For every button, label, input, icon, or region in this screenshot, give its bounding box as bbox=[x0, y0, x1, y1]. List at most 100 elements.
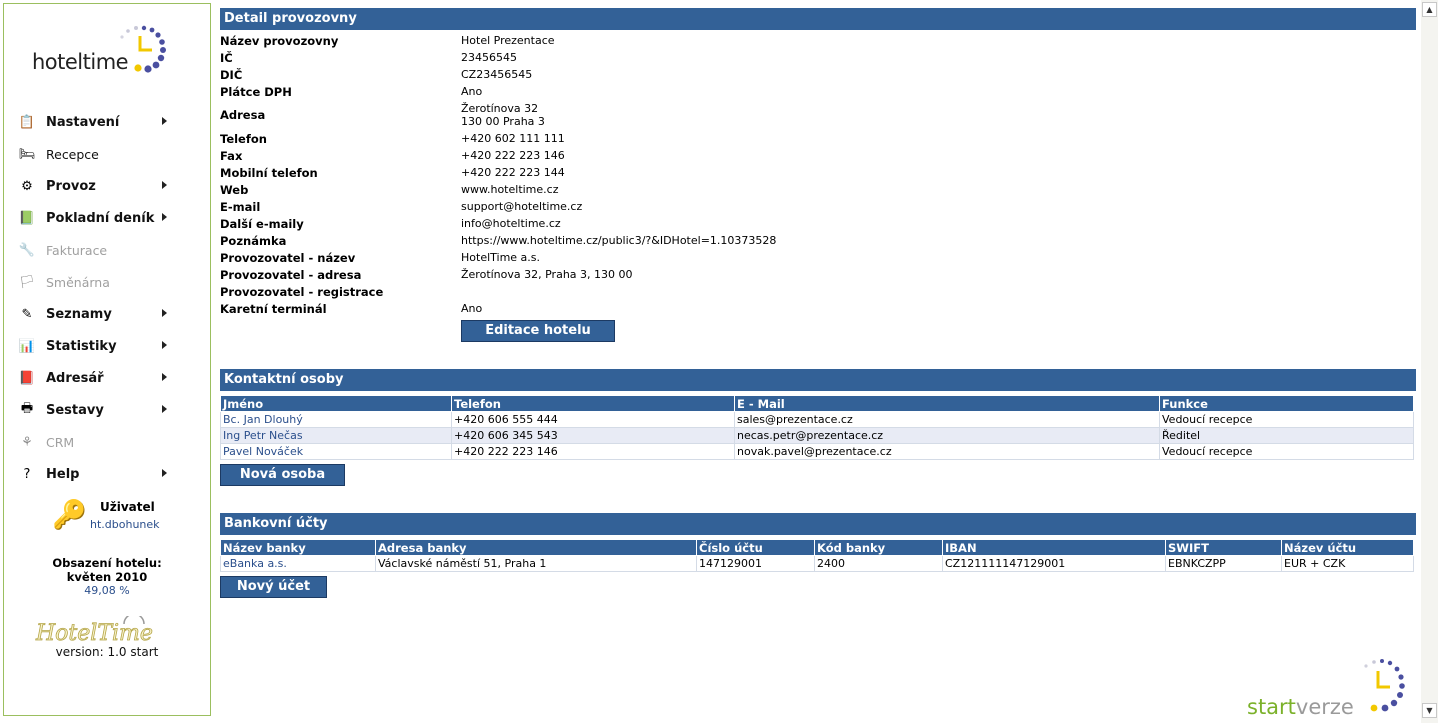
detail-row: Název provozovny Hotel Prezentace bbox=[220, 32, 776, 49]
menu-item-label: Směnárna bbox=[46, 274, 110, 290]
column-header[interactable]: E - Mail bbox=[734, 395, 1160, 412]
hoteltime-logo[interactable]: hoteltime bbox=[30, 22, 190, 82]
address-book-icon: 📕 bbox=[18, 370, 36, 386]
column-header[interactable]: Číslo účtu bbox=[696, 539, 815, 556]
detail-row: Karetní terminál Ano bbox=[220, 300, 776, 317]
detail-label: Provozovatel - název bbox=[220, 250, 356, 265]
table-cell: Vedoucí recepce bbox=[1159, 411, 1414, 428]
detail-value-line: +420 222 223 146 bbox=[461, 149, 565, 162]
detail-label: Adresa bbox=[220, 108, 266, 122]
row-link[interactable]: Ing Petr Nečas bbox=[220, 427, 452, 444]
menu-item-operations[interactable]: ⚙ Provoz bbox=[4, 170, 210, 202]
column-header[interactable]: Název účtu bbox=[1281, 539, 1414, 556]
menu-item-statistics[interactable]: 📊 Statistiky bbox=[4, 330, 210, 362]
column-header[interactable]: Název banky bbox=[220, 539, 376, 556]
detail-row: Provozovatel - název HotelTime a.s. bbox=[220, 249, 776, 266]
statistics-icon: 📊 bbox=[18, 338, 36, 354]
detail-label: Provozovatel - registrace bbox=[220, 284, 384, 299]
column-header[interactable]: SWIFT bbox=[1165, 539, 1282, 556]
menu-item-reports[interactable]: 🖶 Sestavy bbox=[4, 394, 210, 426]
detail-value: HotelTime a.s. bbox=[461, 249, 776, 266]
column-header[interactable]: Kód banky bbox=[814, 539, 943, 556]
detail-label: Název provozovny bbox=[220, 33, 339, 48]
menu-item-crm[interactable]: ⚘ CRM bbox=[4, 426, 210, 458]
submenu-arrow-icon bbox=[162, 469, 167, 477]
banks-table: Název banky Adresa banky Číslo účtu Kód ban… bbox=[220, 539, 1414, 572]
detail-value: info@hoteltime.cz bbox=[461, 215, 776, 232]
menu-item-label: Sestavy bbox=[46, 402, 104, 418]
menu-item-lists[interactable]: ✎ Seznamy bbox=[4, 298, 210, 330]
table-row[interactable]: Pavel Nováček +420 222 223 146 novak.pavel… bbox=[220, 443, 1414, 460]
detail-value-line: +420 602 111 111 bbox=[461, 132, 565, 145]
scroll-down-icon[interactable]: ▼ bbox=[1422, 703, 1437, 718]
version-label: version: 1.0 start bbox=[55, 645, 159, 659]
main-menu: 📋 Nastavení 🛏 Recepce ⚙ Provoz 📗 Pokladní deník… bbox=[4, 106, 210, 490]
detail-value-line: Žerotínova 32 bbox=[461, 102, 539, 115]
cash-book-icon: 📗 bbox=[18, 210, 36, 226]
invoicing-icon: 🔧 bbox=[18, 242, 36, 258]
detail-value-line: www.hoteltime.cz bbox=[461, 183, 559, 196]
table-cell: +420 222 223 146 bbox=[451, 443, 735, 460]
column-header[interactable]: Adresa banky bbox=[375, 539, 697, 556]
menu-item-invoicing[interactable]: 🔧 Fakturace bbox=[4, 234, 210, 266]
table-cell: Vedoucí recepce bbox=[1159, 443, 1414, 460]
table-cell: sales@prezentace.cz bbox=[734, 411, 1160, 428]
detail-row: Web www.hoteltime.cz bbox=[220, 181, 776, 198]
table-row[interactable]: eBanka a.s. Václavské náměstí 51, Praha 1… bbox=[220, 555, 1414, 572]
detail-label: Další e-maily bbox=[220, 216, 304, 231]
detail-label: Plátce DPH bbox=[220, 84, 292, 99]
column-header[interactable]: IBAN bbox=[942, 539, 1166, 556]
edit-hotel-button[interactable]: Editace hotelu bbox=[461, 320, 615, 342]
table-cell: Václavské náměstí 51, Praha 1 bbox=[375, 555, 697, 572]
row-link[interactable]: Pavel Nováček bbox=[220, 443, 452, 460]
table-cell: 2400 bbox=[814, 555, 943, 572]
detail-label: IČ bbox=[220, 50, 233, 65]
detail-value: https://www.hoteltime.cz/public3/?&IDHot… bbox=[461, 232, 776, 249]
submenu-arrow-icon bbox=[162, 309, 167, 317]
column-header[interactable]: Telefon bbox=[451, 395, 735, 412]
new-account-button[interactable]: Nový účet bbox=[220, 576, 327, 598]
verze-text: verze bbox=[1295, 695, 1354, 719]
menu-item-settings[interactable]: 📋 Nastavení bbox=[4, 106, 210, 138]
user-name-link[interactable]: ht.dbohunek bbox=[90, 518, 160, 531]
hotel-occupancy: Obsazení hotelu: květen 2010 49,08 % bbox=[4, 556, 210, 597]
brand2-text: HotelTime bbox=[35, 621, 153, 646]
menu-item-label: Nastavení bbox=[46, 114, 120, 130]
menu-item-address-book[interactable]: 📕 Adresář bbox=[4, 362, 210, 394]
new-person-button[interactable]: Nová osoba bbox=[220, 464, 345, 486]
scroll-up-icon[interactable]: ▲ bbox=[1422, 2, 1437, 17]
vertical-scrollbar[interactable]: ▲ ▼ bbox=[1421, 0, 1438, 723]
table-cell: 147129001 bbox=[696, 555, 815, 572]
table-row[interactable]: Bc. Jan Dlouhý +420 606 555 444 sales@prez… bbox=[220, 411, 1414, 428]
detail-label: Telefon bbox=[220, 131, 267, 146]
detail-label: Fax bbox=[220, 148, 243, 163]
detail-value: +420 222 223 144 bbox=[461, 164, 776, 181]
row-link[interactable]: eBanka a.s. bbox=[220, 555, 376, 572]
table-cell: +420 606 555 444 bbox=[451, 411, 735, 428]
submenu-arrow-icon bbox=[162, 117, 167, 125]
exchange-icon: 🏳 bbox=[18, 274, 36, 290]
menu-item-label: Statistiky bbox=[46, 338, 117, 354]
column-header[interactable]: Funkce bbox=[1159, 395, 1414, 412]
detail-label: DIČ bbox=[220, 67, 243, 82]
row-link[interactable]: Bc. Jan Dlouhý bbox=[220, 411, 452, 428]
menu-item-reception[interactable]: 🛏 Recepce bbox=[4, 138, 210, 170]
menu-item-exchange[interactable]: 🏳 Směnárna bbox=[4, 266, 210, 298]
detail-label: Poznámka bbox=[220, 233, 287, 248]
detail-value-line: HotelTime a.s. bbox=[461, 251, 541, 264]
settings-icon: 📋 bbox=[18, 114, 36, 130]
detail-row: Provozovatel - adresa Žerotínova 32, Prah… bbox=[220, 266, 776, 283]
lists-icon: ✎ bbox=[21, 306, 33, 322]
detail-value-line: info@hoteltime.cz bbox=[461, 217, 561, 230]
menu-item-help[interactable]: ? Help bbox=[4, 458, 210, 490]
table-row[interactable]: Ing Petr Nečas +420 606 345 543 necas.petr… bbox=[220, 427, 1414, 444]
menu-item-cash-book[interactable]: 📗 Pokladní deník bbox=[4, 202, 210, 234]
occupancy-value: 49,08 % bbox=[84, 584, 130, 597]
column-header[interactable]: Jméno bbox=[220, 395, 452, 412]
occupancy-label: Obsazení hotelu: bbox=[52, 556, 162, 570]
table-cell: CZ121111147129001 bbox=[942, 555, 1166, 572]
menu-item-label: Seznamy bbox=[46, 306, 112, 322]
contacts-header: Kontaktní osoby bbox=[220, 369, 1416, 391]
detail-value-line: CZ23456545 bbox=[461, 68, 533, 81]
detail-table: Název provozovny Hotel Prezentace IČ 234565… bbox=[220, 32, 776, 317]
